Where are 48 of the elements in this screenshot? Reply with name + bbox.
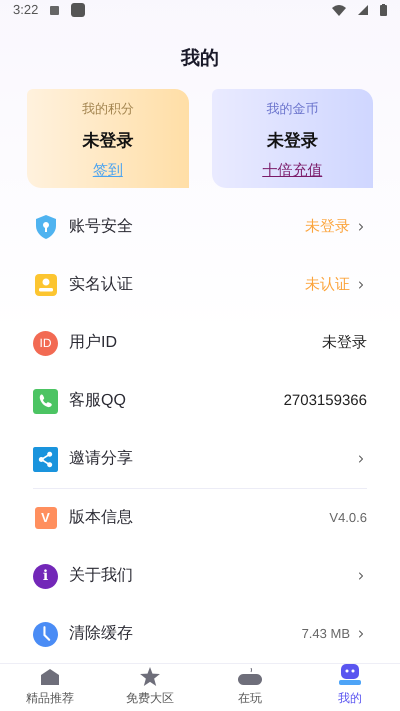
menu-row[interactable]: V 版本信息 V4.0.6	[33, 489, 367, 547]
battery-icon	[380, 4, 387, 16]
menu-label: 账号安全	[69, 216, 133, 237]
menu-value: V4.0.6	[329, 509, 367, 528]
menu-row[interactable]: 账号安全 未登录	[33, 198, 367, 256]
menu-label: 客服QQ	[69, 390, 126, 411]
menu-row[interactable]: i 关于我们	[33, 547, 367, 605]
star-icon	[140, 667, 160, 686]
menu-row[interactable]: ID 用户ID 未登录	[33, 314, 367, 372]
info-icon: i	[33, 564, 58, 588]
menu-row[interactable]: 清除缓存 7.43 MB	[33, 605, 367, 663]
signal-icon	[358, 5, 368, 16]
card-value: 未登录	[82, 130, 134, 152]
menu-label: 关于我们	[69, 566, 133, 586]
menu-label: 版本信息	[69, 508, 133, 528]
keyboard-icon	[50, 6, 60, 15]
menu-value: 2703159366	[284, 390, 367, 411]
status-time: 3:22	[13, 1, 38, 20]
menu-label: 用户ID	[69, 332, 117, 353]
menu-label: 邀请分享	[69, 448, 133, 469]
menu-value: 未认证	[305, 274, 350, 295]
menu-value: 未登录	[322, 332, 367, 353]
id-icon: ID	[33, 330, 58, 356]
gamepad-icon	[238, 668, 262, 686]
menu-row[interactable]: 实名认证 未认证	[33, 256, 367, 314]
menu-row[interactable]: 邀请分享	[33, 430, 367, 488]
card-label: 我的积分	[82, 100, 134, 118]
card-value: 未登录	[266, 130, 318, 152]
nav-tab[interactable]: 精品推荐	[0, 664, 100, 711]
shield-icon	[34, 214, 58, 240]
wifi-icon	[332, 4, 346, 16]
person-card-icon	[34, 273, 58, 297]
phone-icon	[33, 388, 58, 414]
clock-icon	[33, 622, 58, 646]
share-icon	[33, 446, 58, 472]
version-icon: V	[34, 507, 56, 529]
home-icon	[40, 668, 60, 686]
menu-label: 清除缓存	[69, 624, 133, 644]
menu-label: 实名认证	[69, 274, 133, 295]
menu-value: 7.43 MB	[302, 625, 350, 644]
menu-row[interactable]: 客服QQ 2703159366	[33, 372, 367, 430]
app-notification-icon	[71, 3, 86, 18]
nav-tab[interactable]: 我的	[300, 664, 400, 711]
menu-value: 未登录	[305, 216, 350, 237]
nav-tab[interactable]: 在玩	[200, 664, 300, 711]
card-label: 我的金币	[266, 100, 318, 118]
page-title: 我的	[181, 46, 219, 70]
nav-tab[interactable]: 免费大区	[100, 664, 200, 711]
